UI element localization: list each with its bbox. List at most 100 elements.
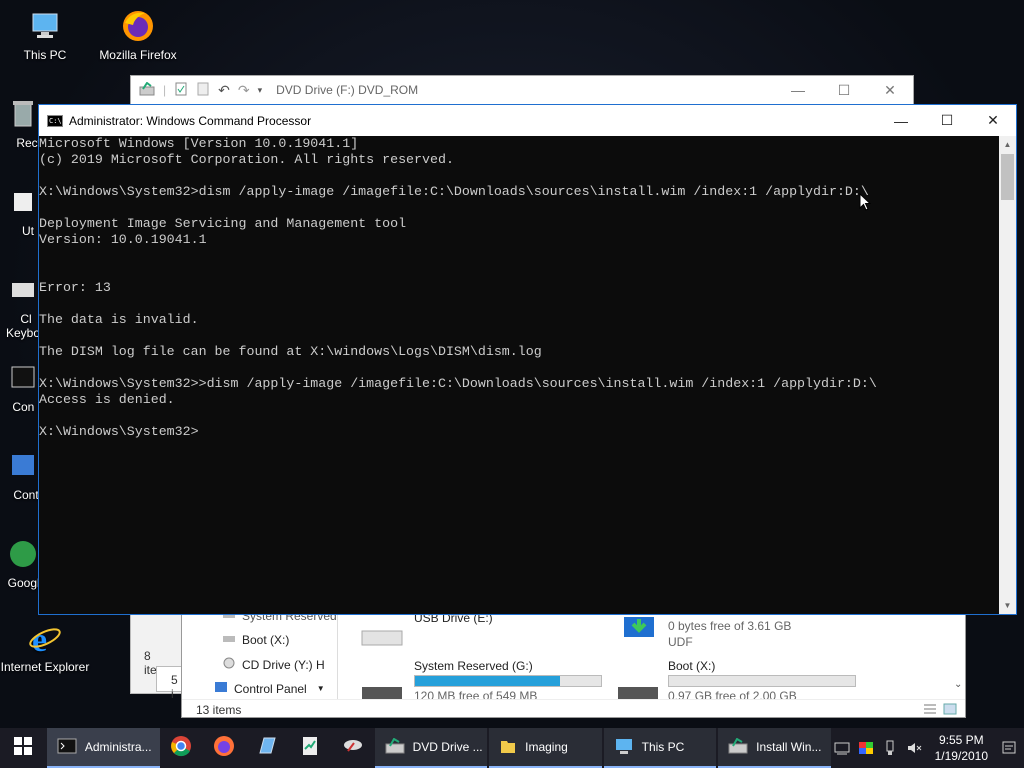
scroll-thumb[interactable] xyxy=(1001,154,1014,200)
recycle-bin-icon xyxy=(5,96,41,132)
divider: | xyxy=(163,83,167,97)
maximize-button[interactable]: ☐ xyxy=(821,82,867,99)
command-prompt-window[interactable]: C:\ Administrator: Windows Command Proce… xyxy=(38,104,1017,615)
explorer-titlebar[interactable]: | ↶ ↷ ▾ DVD Drive (F:) DVD_ROM — ☐ ✕ xyxy=(130,75,914,105)
firefox-icon xyxy=(120,8,156,44)
start-button[interactable] xyxy=(0,728,47,768)
taskbar-item-command-prompt[interactable]: Administra... xyxy=(46,728,160,768)
minimize-button[interactable]: — xyxy=(878,105,924,136)
notepad-icon xyxy=(299,735,321,762)
internet-explorer-icon: e xyxy=(27,620,63,656)
large-icons-view-icon[interactable] xyxy=(943,703,957,718)
drives-view: USB Drive (E:) 0 bytes free of 3.61 GB U… xyxy=(340,611,962,703)
folder-icon xyxy=(499,737,517,758)
console-line: (c) 2019 Microsoft Corporation. All righ… xyxy=(39,152,454,167)
console-line: The data is invalid. xyxy=(39,312,199,327)
desktop-icon-internet-explorer[interactable]: e Internet Explorer xyxy=(0,620,90,674)
drive-name[interactable]: Boot (X:) xyxy=(668,659,715,673)
console-line: Microsoft Windows [Version 10.0.19041.1] xyxy=(39,136,359,151)
console-line: The DISM log file can be found at X:\win… xyxy=(39,344,542,359)
desktop-icon-label: Internet Explorer xyxy=(0,660,90,674)
console-line: Version: 10.0.19041.1 xyxy=(39,232,207,247)
cmd-title: Administrator: Windows Command Processor xyxy=(69,113,312,128)
close-button[interactable]: ✕ xyxy=(970,105,1016,136)
undo-icon[interactable]: ↶ xyxy=(218,82,230,99)
drive-name[interactable]: System Reserved (G:) xyxy=(414,659,533,673)
firefox-icon xyxy=(213,735,235,762)
chrome-icon xyxy=(170,735,192,762)
display-icon[interactable] xyxy=(857,741,875,755)
console-icon: C:\ xyxy=(47,114,63,127)
desktop-icon-this-pc[interactable]: This PC xyxy=(2,8,88,62)
status-bar: 13 items xyxy=(182,699,965,719)
control-panel-icon xyxy=(214,681,228,696)
taskbar-item-dvd-drive[interactable]: DVD Drive ... xyxy=(374,728,488,768)
console-line: Access is denied. xyxy=(39,392,175,407)
taskbar-pin-files[interactable] xyxy=(246,728,289,768)
scroll-down-icon[interactable]: ⌄ xyxy=(954,679,962,690)
taskbar-item-label: Install Win... xyxy=(756,740,822,754)
utility-icon xyxy=(5,184,41,220)
this-pc-icon xyxy=(614,737,634,758)
drive-icon xyxy=(360,625,404,650)
quick-access-toolbar: | ↶ ↷ ▾ xyxy=(131,81,263,99)
console-line: X:\Windows\System32>>dism /apply-image /… xyxy=(39,376,877,391)
taskbar-item-imaging[interactable]: Imaging xyxy=(489,728,602,768)
scroll-down-icon[interactable]: ▼ xyxy=(999,597,1016,614)
redo-icon[interactable]: ↷ xyxy=(238,82,250,99)
control-panel-icon xyxy=(5,448,41,484)
files-icon xyxy=(256,735,278,762)
desktop-icon-firefox[interactable]: Mozilla Firefox xyxy=(95,8,181,62)
taskbar-item-label: Imaging xyxy=(525,740,568,754)
vertical-scrollbar[interactable]: ▲ ▼ xyxy=(999,136,1016,614)
new-folder-icon[interactable] xyxy=(196,82,210,99)
taskbar-pin-chrome[interactable] xyxy=(160,728,203,768)
drive-usage-bar xyxy=(414,675,602,687)
desktop-icon-label: This PC xyxy=(23,48,67,62)
close-button[interactable]: ✕ xyxy=(867,82,913,99)
details-view-icon[interactable] xyxy=(923,703,937,718)
drive-icon xyxy=(222,633,236,647)
chevron-down-icon[interactable]: ▾ xyxy=(258,85,263,96)
desktop-icon-label: Ut xyxy=(22,224,34,238)
console-output[interactable]: Microsoft Windows [Version 10.0.19041.1]… xyxy=(39,136,1001,614)
mouse-cursor-icon xyxy=(859,192,872,216)
explorer-secondary-window-2: 5 i xyxy=(156,666,182,701)
nav-item-label: Boot (X:) xyxy=(242,633,290,647)
notifications-icon[interactable] xyxy=(1000,741,1018,755)
properties-icon[interactable] xyxy=(174,82,188,99)
command-prompt-icon xyxy=(5,360,41,396)
clock-date: 1/19/2010 xyxy=(934,749,989,763)
usb-icon[interactable] xyxy=(881,740,899,756)
nav-item-cd-drive[interactable]: CD Drive (Y:) H xyxy=(222,657,325,672)
drive-usage-bar xyxy=(668,675,856,687)
taskbar-item-this-pc[interactable]: This PC xyxy=(603,728,717,768)
clock[interactable]: 9:55 PM 1/19/2010 xyxy=(929,732,994,764)
maximize-button[interactable]: ☐ xyxy=(924,105,970,136)
this-pc-icon xyxy=(27,8,63,44)
chevron-down-icon[interactable]: ▼ xyxy=(317,684,325,693)
taskbar-item-label: Administra... xyxy=(84,740,152,754)
drive-info: 0 bytes free of 3.61 GB xyxy=(668,619,792,633)
view-toggle xyxy=(923,703,957,718)
taskbar-pin-tool[interactable] xyxy=(332,728,375,768)
taskbar-item-install-windows[interactable]: Install Win... xyxy=(718,728,831,768)
network-icon[interactable] xyxy=(833,741,851,755)
taskbar-pin-firefox[interactable] xyxy=(203,728,246,768)
taskbar-item-label: This PC xyxy=(641,740,685,754)
explorer-icon xyxy=(385,737,405,757)
console-line: Deployment Image Servicing and Managemen… xyxy=(39,216,407,231)
taskbar-item-label: DVD Drive ... xyxy=(412,740,483,754)
windows-logo-icon xyxy=(13,736,33,761)
cmd-titlebar[interactable]: C:\ Administrator: Windows Command Proce… xyxy=(39,105,1016,136)
nav-item-boot[interactable]: Boot (X:) xyxy=(222,633,289,647)
taskbar-pin-notepad[interactable] xyxy=(289,728,332,768)
scroll-up-icon[interactable]: ▲ xyxy=(999,136,1016,153)
nav-item-control-panel[interactable]: Control Panel ▼ xyxy=(214,681,325,696)
volume-muted-icon[interactable] xyxy=(905,741,923,755)
console-line: X:\Windows\System32> xyxy=(39,424,199,439)
minimize-button[interactable]: — xyxy=(775,82,821,99)
